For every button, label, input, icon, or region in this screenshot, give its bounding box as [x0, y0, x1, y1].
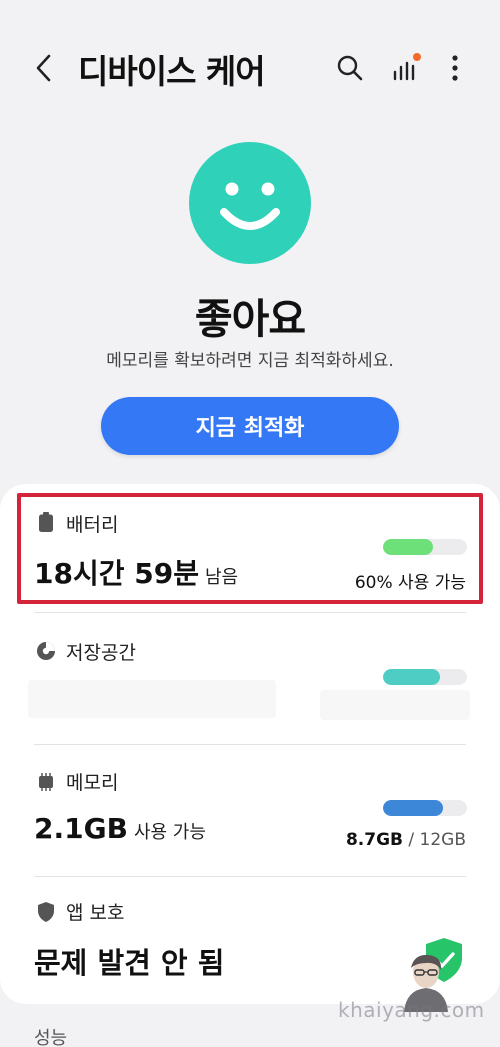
storage-row[interactable]: 저장공간	[0, 614, 500, 742]
battery-time-value: 18시간 59분	[34, 557, 199, 590]
more-vertical-icon	[452, 55, 458, 81]
battery-time: 18시간 59분 남음	[34, 552, 238, 592]
battery-bar	[383, 539, 467, 555]
stats-button[interactable]	[386, 48, 426, 88]
back-button[interactable]	[28, 48, 60, 88]
shield-icon	[36, 902, 56, 922]
battery-bar-fill	[383, 539, 434, 555]
battery-label: 배터리	[66, 514, 119, 536]
battery-icon	[36, 512, 56, 532]
memory-bar	[383, 800, 467, 816]
storage-bar-fill	[383, 669, 441, 685]
blurred-storage-detail	[320, 690, 470, 720]
battery-time-suffix: 남음	[204, 567, 239, 588]
more-options-button[interactable]	[435, 48, 475, 88]
memory-available-suffix: 사용 가능	[133, 822, 206, 843]
page-title: 디바이스 케어	[78, 52, 266, 91]
status-headline: 좋아요	[194, 295, 306, 343]
pie-chart-icon	[36, 641, 56, 661]
memory-total: / 12GB	[408, 830, 466, 850]
smiley-face-icon	[189, 142, 311, 264]
search-button[interactable]	[330, 48, 370, 88]
memory-label: 메모리	[66, 772, 119, 794]
memory-used: 8.7GB	[345, 830, 403, 850]
memory-row[interactable]: 메모리 2.1GB 사용 가능 8.7GB / 12GB	[0, 746, 500, 874]
performance-section-label: 성능	[34, 1028, 68, 1047]
watermark-text: khaiyang.com	[338, 998, 485, 1022]
care-items-card: 배터리 18시간 59분 남음 60% 사용 가능 저장공간 메모리 2.1GB…	[0, 484, 500, 1004]
blurred-storage-value	[28, 680, 276, 718]
memory-available: 2.1GB 사용 가능	[34, 812, 206, 845]
memory-chip-icon	[36, 772, 56, 792]
battery-row[interactable]: 배터리 18시간 59분 남음 60% 사용 가능	[0, 484, 500, 608]
battery-usage-text: 60% 사용 가능	[354, 573, 466, 593]
bar-chart-icon	[393, 53, 421, 81]
divider	[34, 744, 466, 745]
search-icon	[337, 55, 363, 81]
app-protection-value: 문제 발견 안 됨	[34, 946, 225, 980]
notification-dot	[413, 53, 421, 61]
memory-bar-fill	[383, 800, 444, 816]
memory-usage-text: 8.7GB / 12GB	[346, 830, 466, 850]
status-subtitle: 메모리를 확보하려면 지금 최적화하세요.	[106, 351, 394, 371]
storage-bar	[383, 669, 467, 685]
memory-available-value: 2.1GB	[34, 812, 128, 845]
divider	[34, 612, 466, 613]
optimize-now-button[interactable]: 지금 최적화	[101, 397, 399, 455]
storage-label: 저장공간	[66, 642, 136, 664]
app-protection-label: 앱 보호	[66, 902, 125, 924]
top-bar: 디바이스 케어	[0, 0, 500, 130]
chevron-left-icon	[36, 54, 51, 82]
divider	[34, 876, 466, 877]
